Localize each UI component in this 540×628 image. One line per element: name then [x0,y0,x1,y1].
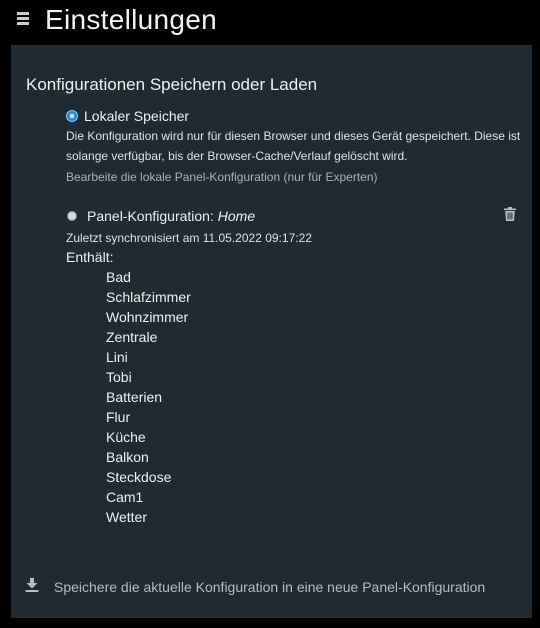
last-sync-text: Zuletzt synchronisiert am 11.05.2022 09:… [66,231,312,245]
settings-app: Einstellungen Konfigurationen Speichern … [0,0,540,628]
room-list-item: Bad [106,269,131,285]
room-list-item: Lini [106,349,128,365]
panel-config-label-prefix: Panel-Konfiguration: [87,208,214,224]
room-list-item: Wohnzimmer [106,309,189,325]
local-storage-radio[interactable] [67,111,77,121]
top-bar: Einstellungen [0,0,540,44]
room-list-item: Flur [106,409,131,425]
contains-label: Enthält: [66,249,114,265]
page-title: Einstellungen [45,4,218,35]
room-list-item: Balkon [106,449,149,465]
local-storage-description: Die Konfiguration wird nur für diesen Br… [66,129,521,163]
room-list-item: Küche [106,429,146,445]
panel-config-radio[interactable] [67,211,77,221]
download-icon [25,578,39,592]
panel-config-label[interactable]: Panel-Konfiguration: Home [87,207,255,225]
save-new-config-label: Speichere die aktuelle Konfiguration in … [54,579,486,595]
room-list: Bad Schlafzimmer Wohnzimmer Zentrale Lini Tob… [106,267,191,527]
section-title: Konfigurationen Speichern oder Laden [26,75,318,94]
room-list-item: Zentrale [106,329,158,345]
edit-local-config-link[interactable]: Bearbeite die lokale Panel-Konfiguration… [66,169,378,185]
room-list-item: Wetter [106,509,147,525]
hamburger-menu-icon[interactable] [17,12,29,25]
room-list-item: Batterien [106,389,163,405]
config-panel: Konfigurationen Speichern oder Laden Lok… [11,45,532,618]
room-list-item: Schlafzimmer [106,289,191,305]
room-list-item: Cam1 [106,489,144,505]
room-list-item: Steckdose [106,469,172,485]
local-storage-label[interactable]: Lokaler Speicher [84,107,189,125]
panel-config-name: Home [217,208,256,224]
trash-icon[interactable] [504,207,516,221]
room-list-item: Tobi [106,369,132,385]
